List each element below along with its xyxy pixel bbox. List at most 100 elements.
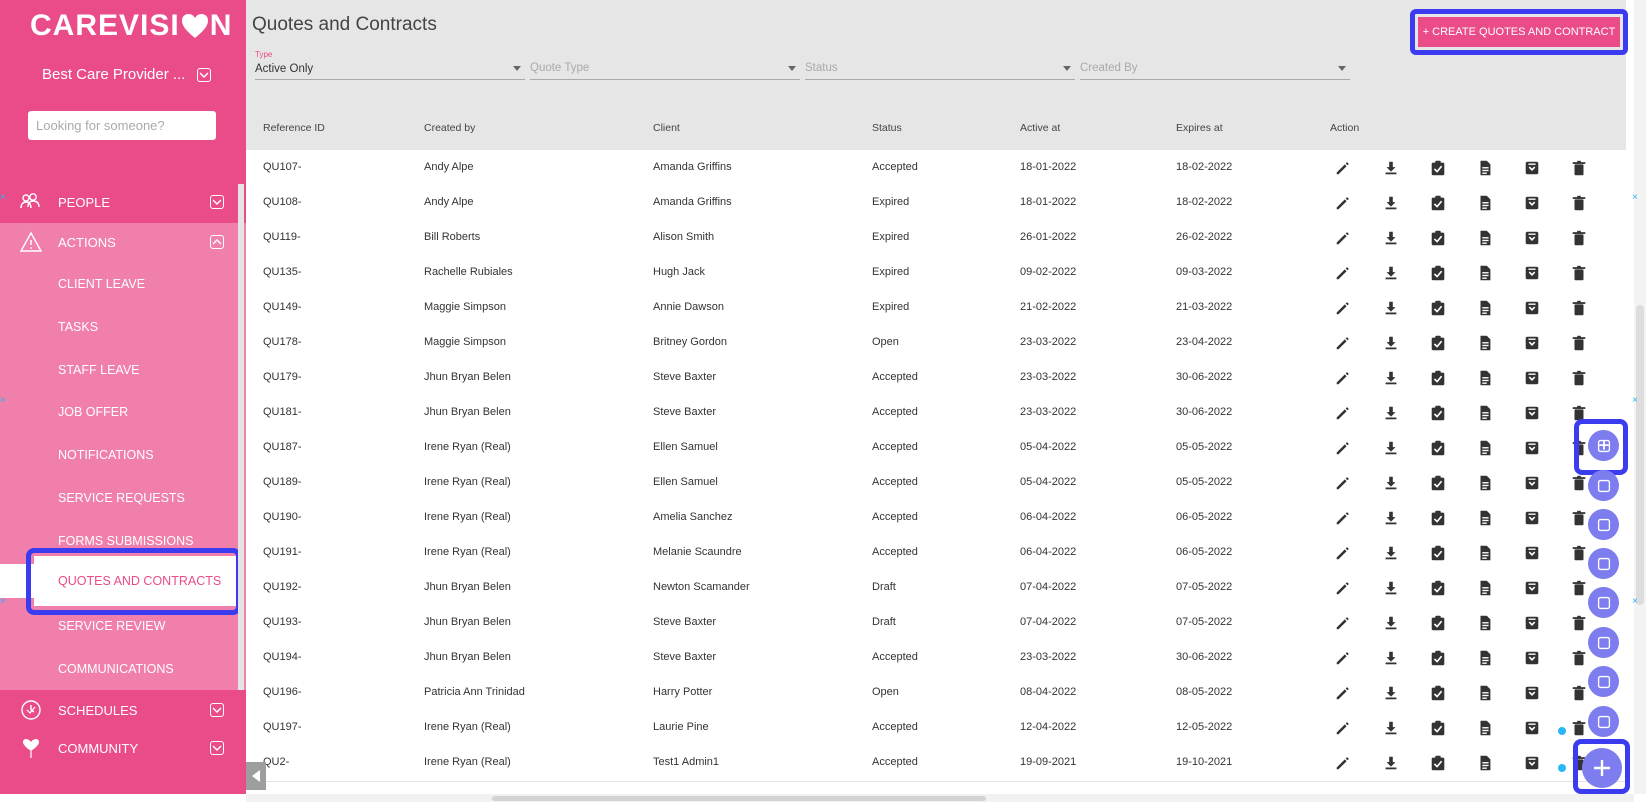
sidebar-item-community[interactable]: COMMUNITY <box>0 728 246 768</box>
sidebar-subitem-staff-leave[interactable]: STAFF LEAVE <box>58 363 140 377</box>
trash-icon[interactable] <box>1570 614 1588 632</box>
plus-icon[interactable] <box>1582 748 1622 788</box>
download-icon[interactable] <box>1382 369 1400 387</box>
sidebar-item-people[interactable]: PEOPLE <box>0 182 246 222</box>
sidebar-item-schedules[interactable]: SCHEDULES <box>0 690 246 730</box>
document-icon[interactable] <box>1476 229 1494 247</box>
person-settings-icon[interactable] <box>1588 706 1619 737</box>
table-row[interactable]: QU190- Irene Ryan (Real) Amelia Sanchez Acc… <box>246 500 1626 537</box>
archive-icon[interactable] <box>1523 404 1541 422</box>
archive-icon[interactable] <box>1523 439 1541 457</box>
sidebar-scrollbar[interactable] <box>238 184 244 690</box>
clipboard-check-icon[interactable] <box>1429 544 1447 562</box>
archive-icon[interactable] <box>1523 544 1541 562</box>
download-icon[interactable] <box>1382 404 1400 422</box>
document-icon[interactable] <box>1476 509 1494 527</box>
archive-icon[interactable] <box>1523 369 1541 387</box>
trash-icon[interactable] <box>1570 649 1588 667</box>
sidebar-subitem-quotes-and-contracts[interactable]: QUOTES AND CONTRACTS <box>34 556 236 606</box>
invoice-icon[interactable] <box>1588 509 1619 540</box>
download-icon[interactable] <box>1382 229 1400 247</box>
print-icon[interactable] <box>1588 470 1619 501</box>
scrollbar-thumb[interactable] <box>1636 305 1644 605</box>
column-header-created-by[interactable]: Created by <box>424 122 475 134</box>
table-row[interactable]: QU196- Patricia Ann Trinidad Harry Potter O… <box>246 675 1626 712</box>
column-header-status[interactable]: Status <box>872 122 902 134</box>
clipboard-check-icon[interactable] <box>1429 649 1447 667</box>
archive-icon[interactable] <box>1523 614 1541 632</box>
pencil-icon[interactable] <box>1334 264 1352 282</box>
document-icon[interactable] <box>1476 159 1494 177</box>
trash-icon[interactable] <box>1570 229 1588 247</box>
chevron-up-icon[interactable] <box>210 235 224 249</box>
clipboard-check-icon[interactable] <box>1429 299 1447 317</box>
download-icon[interactable] <box>1382 754 1400 772</box>
pencil-icon[interactable] <box>1334 684 1352 702</box>
document-icon[interactable] <box>1476 404 1494 422</box>
sidebar-subitem-service-review[interactable]: SERVICE REVIEW <box>58 619 165 633</box>
clipboard-check-icon[interactable] <box>1429 579 1447 597</box>
chevron-down-icon[interactable] <box>210 741 224 755</box>
column-header-active-at[interactable]: Active at <box>1020 122 1060 134</box>
notes-icon[interactable] <box>1588 548 1619 579</box>
add-person-icon[interactable] <box>1588 627 1619 658</box>
archive-icon[interactable] <box>1523 264 1541 282</box>
pencil-icon[interactable] <box>1334 334 1352 352</box>
trash-icon[interactable] <box>1570 579 1588 597</box>
table-row[interactable]: QU107- Andy Alpe Amanda Griffins Accepted 18… <box>246 150 1626 187</box>
trash-icon[interactable] <box>1570 264 1588 282</box>
document-icon[interactable] <box>1476 194 1494 212</box>
archive-icon[interactable] <box>1523 754 1541 772</box>
sidebar-subitem-tasks[interactable]: TASKS <box>58 320 98 334</box>
horizontal-scrollbar[interactable] <box>246 794 1634 802</box>
table-row[interactable]: QU119- Bill Roberts Alison Smith Expired 26-… <box>246 220 1626 257</box>
clipboard-check-icon[interactable] <box>1429 474 1447 492</box>
trash-icon[interactable] <box>1570 509 1588 527</box>
hand-icon[interactable] <box>1588 666 1619 697</box>
sidebar-subitem-notifications[interactable]: NOTIFICATIONS <box>58 448 154 462</box>
archive-icon[interactable] <box>1523 719 1541 737</box>
clipboard-check-icon[interactable] <box>1429 229 1447 247</box>
archive-icon[interactable] <box>1523 649 1541 667</box>
download-icon[interactable] <box>1382 719 1400 737</box>
table-row[interactable]: QU135- Rachelle Rubiales Hugh Jack Expired 0… <box>246 255 1626 292</box>
archive-icon[interactable] <box>1523 509 1541 527</box>
chevron-down-icon[interactable] <box>210 703 224 717</box>
create-quote-button[interactable]: + CREATE QUOTES AND CONTRACT <box>1418 17 1620 47</box>
pencil-icon[interactable] <box>1334 649 1352 667</box>
table-row[interactable]: QU181- Jhun Bryan Belen Steve Baxter Accept… <box>246 395 1626 432</box>
pencil-icon[interactable] <box>1334 299 1352 317</box>
chevron-down-icon[interactable] <box>197 67 212 82</box>
chevron-down-icon[interactable] <box>210 195 224 209</box>
table-row[interactable]: QU187- Irene Ryan (Real) Ellen Samuel Accep… <box>246 430 1626 467</box>
download-icon[interactable] <box>1382 684 1400 702</box>
table-row[interactable]: QU179- Jhun Bryan Belen Steve Baxter Accept… <box>246 360 1626 397</box>
download-icon[interactable] <box>1382 439 1400 457</box>
download-icon[interactable] <box>1382 299 1400 317</box>
pencil-icon[interactable] <box>1334 439 1352 457</box>
document-icon[interactable] <box>1476 754 1494 772</box>
download-icon[interactable] <box>1382 579 1400 597</box>
document-icon[interactable] <box>1476 264 1494 282</box>
document-icon[interactable] <box>1476 439 1494 457</box>
download-icon[interactable] <box>1382 194 1400 212</box>
group-icon[interactable] <box>1588 587 1619 618</box>
download-icon[interactable] <box>1382 614 1400 632</box>
sidebar-subitem-job-offer[interactable]: JOB OFFER <box>58 405 128 419</box>
download-icon[interactable] <box>1382 509 1400 527</box>
document-icon[interactable] <box>1476 334 1494 352</box>
trash-icon[interactable] <box>1570 474 1588 492</box>
pencil-icon[interactable] <box>1334 194 1352 212</box>
trash-icon[interactable] <box>1570 194 1588 212</box>
document-icon[interactable] <box>1476 299 1494 317</box>
org-selector[interactable]: Best Care Provider ... <box>42 66 212 83</box>
table-row[interactable]: QU192- Jhun Bryan Belen Newton Scamander Dr… <box>246 570 1626 607</box>
table-row[interactable]: QU191- Irene Ryan (Real) Melanie Scaundre A… <box>246 535 1626 572</box>
download-icon[interactable] <box>1382 544 1400 562</box>
sidebar-subitem-communications[interactable]: COMMUNICATIONS <box>58 662 174 676</box>
download-icon[interactable] <box>1382 264 1400 282</box>
collapse-sidebar-button[interactable] <box>246 762 266 790</box>
archive-icon[interactable] <box>1523 684 1541 702</box>
trash-icon[interactable] <box>1570 159 1588 177</box>
document-icon[interactable] <box>1476 579 1494 597</box>
